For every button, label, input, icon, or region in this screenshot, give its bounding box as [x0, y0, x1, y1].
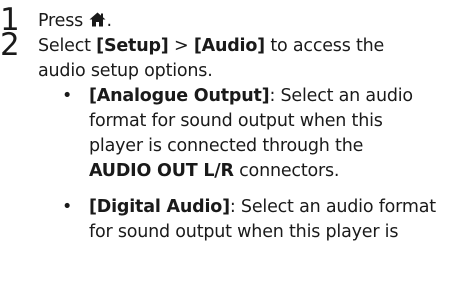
option-title: [Digital Audio]: [89, 197, 230, 217]
bullet-icon: •: [62, 197, 73, 217]
step-text-press: Press: [38, 11, 84, 31]
menu-setup: [Setup]: [96, 36, 169, 56]
bullet-icon: •: [62, 86, 73, 106]
bullet-text: [Analogue Output]: Select an audio forma…: [89, 86, 413, 181]
menu-audio: [Audio]: [193, 36, 265, 56]
bullet-text: [Digital Audio]: Select an audio format …: [89, 197, 436, 242]
connector-label: AUDIO OUT L/R: [89, 161, 234, 181]
step-2-line-2: audio setup options.: [38, 61, 213, 81]
option-title: [Analogue Output]: [89, 86, 270, 106]
step-text: Press .: [38, 9, 112, 34]
home-icon: [89, 12, 106, 27]
step-2-line-1: Select [Setup] > [Audio] to access the: [38, 36, 385, 56]
instruction-page: 1 Press . 2 Select [Setup] > [Audio] to …: [0, 0, 458, 281]
step-number: 2: [0, 27, 20, 63]
step-text-period: .: [106, 11, 112, 31]
step-text: Select [Setup] > [Audio] to access the a…: [38, 34, 456, 84]
